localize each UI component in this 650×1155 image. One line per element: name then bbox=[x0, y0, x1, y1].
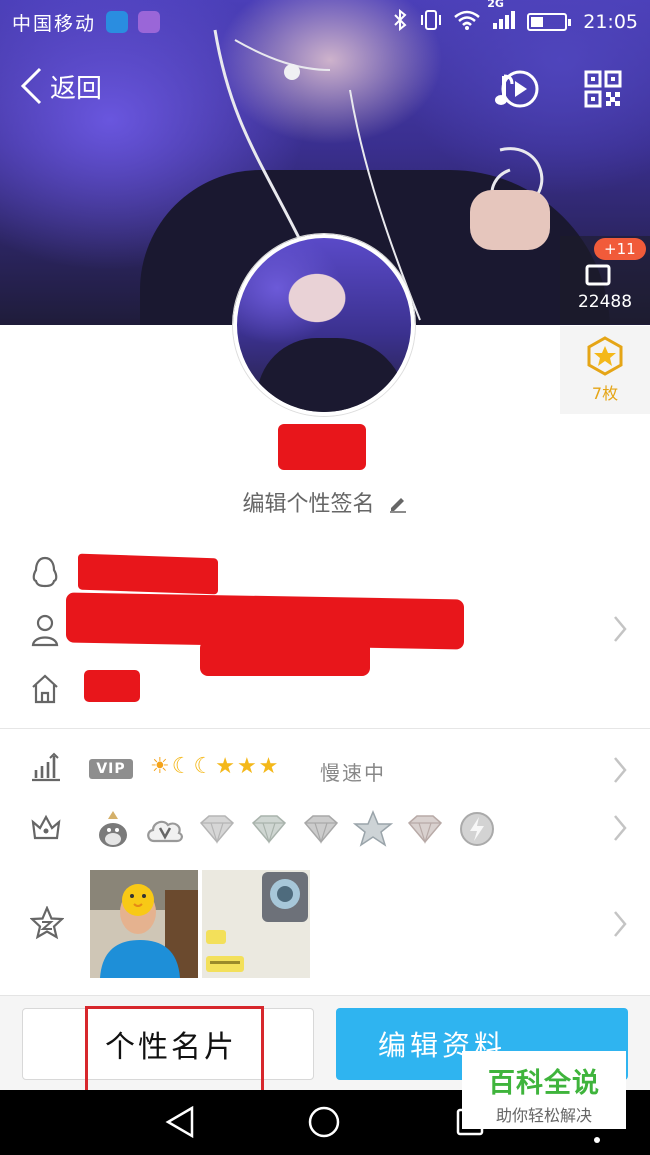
triangle-back-icon bbox=[165, 1105, 194, 1139]
avatar[interactable] bbox=[233, 234, 415, 416]
gallery-notification-icon bbox=[138, 11, 161, 33]
qq-penguin-icon bbox=[30, 555, 60, 593]
star-level-icon: ★ bbox=[215, 754, 235, 779]
home-icon bbox=[30, 673, 60, 709]
cloud-vip-badge-icon bbox=[144, 808, 186, 850]
diamond-badge-icon bbox=[196, 808, 238, 850]
bluetooth-icon bbox=[391, 8, 409, 36]
app-notification-icon bbox=[106, 11, 129, 33]
chevron-right-icon bbox=[612, 909, 628, 943]
music-play-button[interactable] bbox=[494, 68, 540, 114]
lightning-badge-icon bbox=[456, 808, 498, 850]
watermark-subtitle: 助你轻松解决 bbox=[495, 1106, 592, 1125]
carrier-label: 中国移动 bbox=[12, 12, 97, 35]
medal-icon bbox=[587, 336, 623, 376]
speed-status: 慢速中 bbox=[320, 761, 386, 785]
diamond-badge-icon bbox=[300, 808, 342, 850]
pencil-icon bbox=[389, 498, 406, 513]
moon-level-icon: ☾ bbox=[193, 754, 214, 779]
section-divider bbox=[0, 728, 650, 729]
qr-code-icon bbox=[584, 70, 622, 108]
person-icon bbox=[30, 613, 60, 651]
wifi-icon bbox=[453, 9, 481, 36]
battery-icon bbox=[527, 13, 572, 31]
edit-signature-link[interactable]: 编辑个性签名 bbox=[0, 486, 650, 518]
watermark: 百科全说 助你轻松解决 bbox=[462, 1051, 626, 1129]
medal-count: 7枚 bbox=[591, 384, 619, 403]
signal-icon: 2G bbox=[487, 0, 517, 36]
star-level-icon: ★ bbox=[258, 754, 279, 779]
level-up-icon bbox=[30, 752, 62, 786]
nav-menu-dot[interactable] bbox=[592, 1130, 602, 1149]
diamond-badge-icon bbox=[404, 808, 446, 850]
back-label: 返回 bbox=[50, 73, 103, 104]
back-button[interactable]: 返回 bbox=[18, 66, 102, 106]
highlight-box bbox=[85, 1006, 264, 1103]
photo-thumbnail[interactable] bbox=[202, 870, 310, 978]
redacted-location bbox=[84, 670, 140, 702]
like-increment-badge: +11 bbox=[594, 238, 646, 260]
moon-level-icon: ☾ bbox=[171, 754, 192, 779]
vip-badge: VIP bbox=[89, 759, 133, 779]
qzone-star-icon bbox=[29, 905, 65, 944]
vibrate-icon bbox=[419, 9, 443, 36]
like-counter[interactable]: +11 22488 bbox=[560, 236, 650, 324]
qr-code-button[interactable] bbox=[584, 70, 622, 112]
avatar-figure bbox=[257, 338, 407, 412]
star-badge-icon bbox=[352, 808, 394, 850]
clock: 21:05 bbox=[583, 11, 638, 33]
chevron-right-icon bbox=[612, 755, 628, 789]
like-count: 22488 bbox=[577, 292, 633, 312]
sun-level-icon: ☀ bbox=[150, 754, 170, 779]
dot-icon bbox=[594, 1137, 600, 1143]
penguin-badge-icon bbox=[92, 808, 134, 850]
redacted-personal-info-extra bbox=[200, 640, 370, 676]
medal-counter[interactable]: 7枚 bbox=[560, 326, 650, 414]
chevron-right-icon bbox=[612, 614, 628, 648]
status-bar: 中国移动 2G 21:05 bbox=[0, 0, 650, 44]
level-icons: ☀ ☾ ☾ ★ ★ ★ bbox=[150, 754, 278, 779]
chat-screenshot-image bbox=[202, 870, 310, 978]
chevron-left-icon bbox=[20, 67, 42, 105]
person-photo-image bbox=[90, 870, 198, 978]
redacted-nickname bbox=[278, 424, 366, 470]
music-note-icon bbox=[495, 70, 539, 108]
watermark-title: 百科全说 bbox=[488, 1068, 600, 1099]
photo-thumbnail[interactable] bbox=[90, 870, 198, 978]
signature-label: 编辑个性签名 bbox=[242, 492, 375, 517]
circle-home-icon bbox=[308, 1106, 340, 1138]
diamond-badge-icon bbox=[248, 808, 290, 850]
thumb-up-icon bbox=[585, 264, 611, 286]
nav-back-button[interactable] bbox=[162, 1104, 198, 1144]
crown-icon bbox=[30, 812, 62, 846]
network-type-label: 2G bbox=[487, 0, 504, 10]
redacted-qq-number bbox=[78, 553, 218, 595]
nav-home-button[interactable] bbox=[306, 1104, 342, 1144]
star-level-icon: ★ bbox=[236, 754, 257, 779]
chevron-right-icon bbox=[612, 813, 628, 847]
